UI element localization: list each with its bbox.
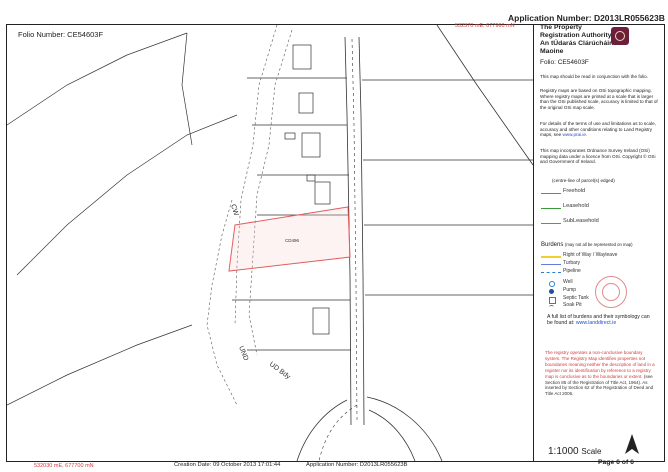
pump-icon xyxy=(549,289,554,294)
lower-road xyxy=(296,396,443,461)
field-line xyxy=(181,32,193,146)
application-number-footer: Application Number: D2013LR055623B xyxy=(306,462,408,468)
subleasehold-label: SubLeasehold xyxy=(563,218,599,224)
burdens-subtitle: (may not all be represented on map) xyxy=(565,242,633,247)
note-osi-licence: This map incorporates Ordnance Survey Ir… xyxy=(540,148,656,165)
stream-1 xyxy=(248,29,293,356)
building xyxy=(292,44,312,70)
field-line xyxy=(16,114,238,276)
septic-tank-label: Septic Tank xyxy=(563,295,589,301)
septic-tank-icon xyxy=(549,297,556,304)
right-of-way-label: Right of Way / Wayleave xyxy=(563,252,618,258)
well-icon xyxy=(549,281,555,287)
creation-date: Creation Date: 09 October 2013 17:01:44 xyxy=(174,462,281,468)
coordinate-top: 532370 mE, 677960 mN xyxy=(455,23,515,29)
burdens-heading: Burdens (may not all be represented on m… xyxy=(541,242,633,248)
road-curve xyxy=(368,409,416,461)
soak-pit-label: Soak Pit xyxy=(563,302,582,308)
north-arrow-icon xyxy=(625,434,639,454)
registry-note-text: The registry operates a non-conclusive b… xyxy=(545,350,655,379)
road-curve xyxy=(366,396,443,461)
plots xyxy=(232,44,533,351)
authority-seal-icon xyxy=(611,27,629,45)
pump-label: Pump xyxy=(563,287,577,293)
right-of-way-swatch xyxy=(541,256,561,258)
turbary-label: Turbary xyxy=(563,260,581,266)
soak-pit-icon xyxy=(549,305,554,309)
building xyxy=(306,174,316,182)
map-canvas: CW UND UD Bdy CD496 xyxy=(7,25,533,461)
map-label-ud-bdy: UD Bdy xyxy=(268,361,292,381)
note-terms-of-use: For details of the terms of use and limi… xyxy=(540,121,660,138)
authority-irish-name: An tÚdarás Clárúcháin Maoine xyxy=(540,40,614,55)
landdirect-link[interactable]: www.landdirect.ie xyxy=(576,320,616,326)
road-curve xyxy=(296,399,348,461)
leasehold-label: Leasehold xyxy=(563,203,589,209)
burden-list-text: A full list of burdens and their symbolo… xyxy=(547,314,655,326)
map-label-cw: CW xyxy=(229,203,239,217)
building xyxy=(314,181,331,205)
leasehold-swatch xyxy=(541,208,561,209)
note-read-with-folio: This map should be read in conjunction w… xyxy=(540,74,649,79)
folio-number-header: Folio Number: CE54603F xyxy=(18,30,104,39)
field-boundaries xyxy=(7,32,238,406)
registry-boundary-note: The registry operates a non-conclusive b… xyxy=(545,350,657,397)
note-terms-text: For details of the terms of use and limi… xyxy=(540,121,656,138)
road-east-edge xyxy=(358,36,365,426)
freehold-label: Freehold xyxy=(563,188,586,194)
burdens-title: Burdens xyxy=(541,242,564,248)
turbary-swatch xyxy=(541,264,561,265)
scale-value: 1:1000 xyxy=(548,446,579,457)
authority-title: The Property Registration Authority An t… xyxy=(540,24,622,56)
building xyxy=(284,132,296,140)
stream-3 xyxy=(206,199,238,406)
building xyxy=(301,132,321,158)
subleasehold-swatch xyxy=(541,223,561,224)
note-osi-mapping: Registry maps are based on OSi topograph… xyxy=(540,88,658,110)
map-label-und: UND xyxy=(237,345,249,362)
edge-note: (centre-line of parcel(s) edged) xyxy=(552,178,615,183)
legend-folio: Folio: CE54603F xyxy=(540,59,589,66)
map-scale: 1:1000 Scale xyxy=(548,446,601,457)
road-centre-line xyxy=(351,38,358,421)
coordinate-bottom: 532030 mE, 677700 mN xyxy=(34,463,94,469)
scale-unit: Scale xyxy=(581,447,602,456)
field-line xyxy=(7,324,193,406)
page-indicator: Page 6 of 6 xyxy=(598,459,634,466)
application-number-header: Application Number: D2013LR055623B xyxy=(508,13,665,23)
prai-link[interactable]: www.prai.ie. xyxy=(562,132,587,137)
pipeline-label: Pipeline xyxy=(563,268,581,274)
parcel-number-label: CD496 xyxy=(285,238,300,243)
field-line xyxy=(7,32,188,126)
map-frame: CW UND UD Bdy CD496 xyxy=(6,24,534,462)
freehold-swatch xyxy=(541,193,561,194)
building xyxy=(298,92,314,114)
authority-name: The Property Registration Authority xyxy=(540,24,612,39)
registry-map-sheet: Application Number: D2013LR055623B CW UN… xyxy=(0,0,668,472)
well-label: Well xyxy=(563,279,573,285)
hedge-line-ne xyxy=(436,25,533,166)
pipeline-swatch xyxy=(541,272,561,273)
building xyxy=(312,307,330,335)
authority-stamp-icon xyxy=(595,276,627,308)
